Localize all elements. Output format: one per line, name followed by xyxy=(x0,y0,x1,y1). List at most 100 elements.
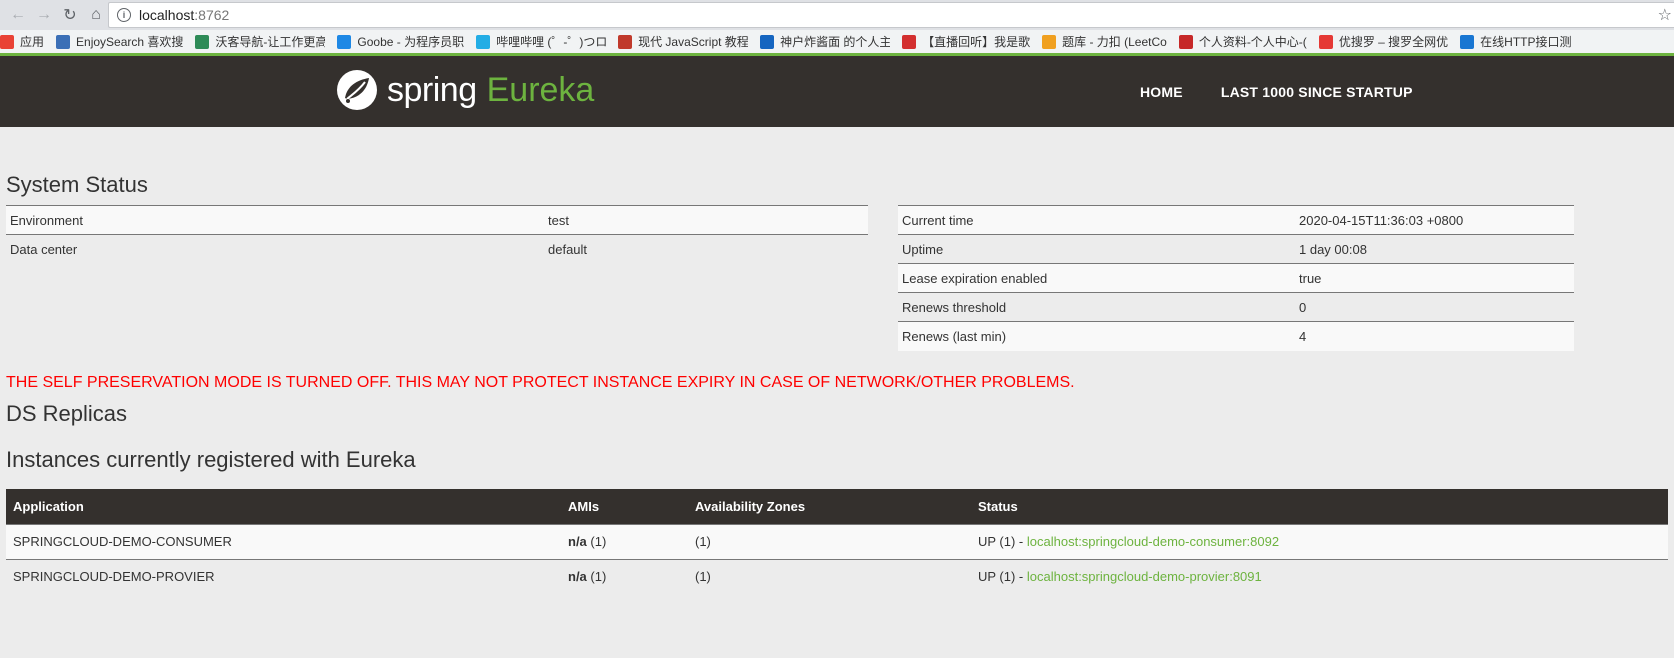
status-value: test xyxy=(544,205,868,235)
goobe-icon xyxy=(337,34,352,49)
main-content: System Status Environment test Data center… xyxy=(0,167,1674,594)
csdn-icon xyxy=(1178,34,1193,49)
status-value: true xyxy=(1295,263,1574,293)
bookmark-label: 优搜罗 – 搜罗全网优 xyxy=(1338,35,1449,49)
header-amis: AMIs xyxy=(561,489,688,524)
apps-grid-icon xyxy=(0,34,14,49)
bookmark-item[interactable]: 【直播回听】我是歌 xyxy=(902,33,1030,50)
back-arrow-icon[interactable]: ← xyxy=(6,3,30,27)
instance-app: SPRINGCLOUD-DEMO-CONSUMER xyxy=(6,523,561,559)
ami-value: n/a xyxy=(568,569,587,585)
system-status-title: System Status xyxy=(6,172,148,197)
site-info-icon[interactable]: i xyxy=(117,8,131,22)
bookmark-item[interactable]: 在线HTTP接口测 xyxy=(1460,33,1572,50)
ami-count: (1) xyxy=(586,534,607,549)
bookmark-label: 应用 xyxy=(20,35,45,49)
status-row: Renews threshold 0 xyxy=(898,292,1574,322)
brand-eureka: Eureka xyxy=(486,70,595,109)
status-label: Lease expiration enabled xyxy=(898,263,1295,293)
system-status-tables: Environment test Data center default Curren… xyxy=(6,205,1668,353)
instance-status-link[interactable]: localhost:springcloud-demo-provier:8091 xyxy=(1027,569,1262,584)
status-value: 0 xyxy=(1295,292,1574,322)
bookmark-label: 神户炸酱面 的个人主 xyxy=(780,35,891,49)
system-status-left-table: Environment test Data center default xyxy=(6,205,868,264)
bookmarks-bar: 应用 EnjoySearch 喜欢搜 沃客导航-让工作更高 Goobe - 为程序员职… xyxy=(0,30,1674,56)
bookmark-item[interactable]: EnjoySearch 喜欢搜 xyxy=(56,33,183,50)
status-row: Lease expiration enabled true xyxy=(898,263,1574,293)
ds-replicas-title: DS Replicas xyxy=(6,401,128,426)
bookmark-label: 在线HTTP接口测 xyxy=(1480,35,1572,49)
bookmark-item[interactable]: 现代 JavaScript 教程 xyxy=(618,33,748,50)
bookmark-item[interactable]: 沃客导航-让工作更高 xyxy=(195,33,325,50)
header-availability-zones: Availability Zones xyxy=(688,489,971,524)
url-port: :8762 xyxy=(194,7,230,23)
enjoysearch-icon xyxy=(56,34,71,49)
system-status-right-table: Current time 2020-04-15T11:36:03 +0800 Upt… xyxy=(898,205,1574,351)
status-prefix: UP (1) - xyxy=(978,534,1027,549)
bookmark-item[interactable]: 个人资料-个人中心-( xyxy=(1178,33,1307,50)
status-label: Data center xyxy=(6,234,544,264)
eureka-navbar: spring Eureka HOME LAST 1000 SINCE START… xyxy=(0,56,1674,127)
reload-icon[interactable]: ↻ xyxy=(58,3,82,27)
leetcode-icon xyxy=(1042,34,1057,49)
self-preservation-warning: THE SELF PRESERVATION MODE IS TURNED OFF… xyxy=(6,374,1075,391)
ting-icon xyxy=(902,34,917,49)
instance-row: SPRINGCLOUD-DEMO-CONSUMER n/a (1) (1) UP (1… xyxy=(6,523,1668,559)
status-row: Data center default xyxy=(6,234,868,264)
header-application: Application xyxy=(6,489,561,524)
bookmark-item[interactable]: 神户炸酱面 的个人主 xyxy=(760,33,890,50)
status-row: Environment test xyxy=(6,205,868,235)
bookmark-item[interactable]: 哔哩哔哩 (゜-゜)つロ xyxy=(476,33,606,50)
bookmark-label: 个人资料-个人中心-( xyxy=(1198,35,1307,49)
status-value: 1 day 00:08 xyxy=(1295,234,1574,264)
instance-status: UP (1) - localhost:springcloud-demo-prov… xyxy=(971,558,1668,594)
status-label: Renews threshold xyxy=(898,292,1295,322)
forward-arrow-icon[interactable]: → xyxy=(32,3,56,27)
home-icon[interactable]: ⌂ xyxy=(84,3,108,27)
instances-title: Instances currently registered with Eure… xyxy=(6,447,416,472)
bookmark-label: 题库 - 力扣 (LeetCo xyxy=(1062,35,1167,49)
bookmark-item[interactable]: 题库 - 力扣 (LeetCo xyxy=(1042,33,1167,50)
wokao-icon xyxy=(195,34,210,49)
instance-amis: n/a (1) xyxy=(561,523,688,559)
status-label: Environment xyxy=(6,205,544,235)
status-label: Uptime xyxy=(898,234,1295,264)
status-value: 4 xyxy=(1295,321,1574,351)
url-host: localhost xyxy=(139,7,195,23)
spring-leaf-icon xyxy=(337,70,377,110)
instance-status-link[interactable]: localhost:springcloud-demo-consumer:8092 xyxy=(1027,534,1279,549)
instance-amis: n/a (1) xyxy=(561,558,688,594)
javascript-info-icon xyxy=(618,34,633,49)
bookmark-label: 哔哩哔哩 (゜-゜)つロ xyxy=(496,35,607,49)
bookmark-label: 沃客导航-让工作更高 xyxy=(215,35,326,49)
status-value: default xyxy=(544,234,868,264)
main-nav: HOME LAST 1000 SINCE STARTUP xyxy=(1140,84,1451,100)
status-row: Current time 2020-04-15T11:36:03 +0800 xyxy=(898,205,1574,235)
bookmark-item[interactable]: Goobe - 为程序员职 xyxy=(337,33,464,50)
bookmark-item[interactable]: 优搜罗 – 搜罗全网优 xyxy=(1318,33,1449,50)
instance-row: SPRINGCLOUD-DEMO-PROVIER n/a (1) (1) UP (1)… xyxy=(6,558,1668,594)
nav-home-link[interactable]: HOME xyxy=(1140,84,1183,100)
status-label: Current time xyxy=(898,205,1295,235)
instances-header-row: Application AMIs Availability Zones Stat… xyxy=(6,489,1668,524)
instance-app: SPRINGCLOUD-DEMO-PROVIER xyxy=(6,558,561,594)
browser-toolbar: ← → ↻ ⌂ i localhost:8762 ☆ xyxy=(0,0,1674,30)
instance-zones: (1) xyxy=(688,523,971,559)
instance-status: UP (1) - localhost:springcloud-demo-cons… xyxy=(971,523,1668,559)
brand-spring: spring xyxy=(387,70,477,109)
ami-value: n/a xyxy=(568,534,587,549)
bookmark-item[interactable]: 应用 xyxy=(0,33,44,50)
address-bar[interactable]: i localhost:8762 ☆ xyxy=(108,2,1674,28)
bookmark-star-icon[interactable]: ☆ xyxy=(1658,5,1672,25)
instances-table: Application AMIs Availability Zones Stat… xyxy=(6,489,1668,594)
instance-zones: (1) xyxy=(688,558,971,594)
spring-eureka-logo[interactable]: spring Eureka xyxy=(335,68,594,112)
nav-last-1000-link[interactable]: LAST 1000 SINCE STARTUP xyxy=(1221,84,1413,100)
status-row: Renews (last min) 4 xyxy=(898,321,1574,351)
profile-globe-icon xyxy=(760,34,775,49)
status-label: Renews (last min) xyxy=(898,321,1295,351)
header-status: Status xyxy=(971,489,1668,524)
bookmark-label: 现代 JavaScript 教程 xyxy=(638,35,749,49)
status-prefix: UP (1) - xyxy=(978,569,1027,585)
yousouluo-icon xyxy=(1318,34,1333,49)
